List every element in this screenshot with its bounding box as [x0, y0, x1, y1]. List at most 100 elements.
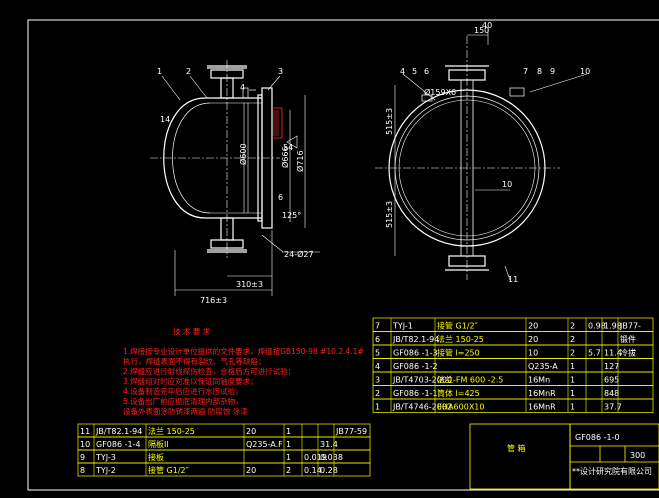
- bom-right-cell-no: 7: [375, 322, 380, 331]
- bom-left-cell-no: 10: [80, 440, 90, 449]
- balloon-10: 10: [580, 67, 590, 76]
- dim-overall-length: 716±3: [200, 296, 227, 305]
- bom-right-cell-no: 6: [375, 335, 380, 344]
- bom-right-cell-qty: 20: [528, 335, 538, 344]
- bom-right-cell-qty: 20: [528, 322, 538, 331]
- right-view: [375, 28, 588, 281]
- bom-right-cell-code: GF086 -1-2: [393, 362, 438, 371]
- bom-right-cell-name: 法兰-FM 600 -2.5: [437, 375, 503, 385]
- bom-right-cell-code: TYJ-1: [392, 322, 413, 331]
- bom-right-cell-qty: 16MnR: [528, 403, 556, 412]
- bom-left-cell-qty: Q235-A.F: [246, 440, 283, 449]
- balloon-3: 3: [278, 67, 283, 76]
- balloon-11: 11: [508, 275, 518, 284]
- bom-left-cell-code: TYJ-2: [95, 466, 116, 475]
- dim-offset: 310±3: [236, 280, 263, 289]
- bom-left-cell-n: 1: [286, 440, 291, 449]
- left-view-dims: Ø600 Ø716 Ø666 716±3 310±3 24-Ø27 6 125°…: [160, 83, 314, 305]
- technical-notes: 技 术 要 求 1.焊接按专业设计单位提供的文件要求，焊缝按GB150-98 #…: [123, 326, 364, 416]
- bom-table-right: 7 TYJ-1 接管 G1/2″ 20 2 0.981.98JB77-6 JB/T82.1-…: [372, 317, 654, 413]
- bom-right-cell-name: EHA600X10: [437, 403, 484, 412]
- drawing-border: [27, 19, 659, 491]
- title-drawing-no: GF086 -1-0: [575, 433, 620, 442]
- bom-right-cell-code: GF086 -1-3: [393, 349, 438, 358]
- dim-h-upper: 515±3: [385, 108, 394, 135]
- left-view: [150, 60, 320, 296]
- bom-right-cell-no: 5: [375, 349, 380, 358]
- bom-left-cell-code: GF086 -1-4: [96, 440, 141, 449]
- engineering-drawing: 1 2 3 Ø600 Ø716 Ø666 716±3 310±3 24-Ø27 …: [27, 19, 659, 491]
- bom-right-cell-name: 接管 l=250: [437, 348, 480, 358]
- bom-right-cell-w2: 37.7: [604, 403, 622, 412]
- bom-left-cell-n: 1: [286, 427, 291, 436]
- dim-pipe: 4: [240, 83, 245, 92]
- note-line-5: 4.设备制造完毕后应进行水压试验；: [123, 386, 243, 396]
- bom-right-cell-n: 2: [570, 335, 575, 344]
- bom-right-cell-no: 1: [375, 403, 380, 412]
- bom-right-cell-no: 3: [375, 376, 380, 385]
- balloon-8: 8: [537, 67, 542, 76]
- bom-left-cell-qty: 20: [246, 427, 256, 436]
- bom-right-cell-code: JB/T82.1-94: [392, 335, 439, 344]
- bom-right-cell-mat: JB77-: [619, 322, 641, 331]
- note-line-2: 执行，焊缝表面不得有裂纹、气孔等缺陷；: [123, 356, 266, 366]
- bom-left-cell-no: 9: [80, 453, 85, 462]
- title-scale: 300: [630, 451, 645, 460]
- bom-left-cell-n: 2: [286, 466, 291, 475]
- dim-side-thk: 14: [160, 115, 170, 124]
- dim-gap: 10: [502, 180, 512, 189]
- bom-right-cell-no: 4: [375, 362, 380, 371]
- dim-angle: 125°: [282, 211, 301, 220]
- right-view-dims: 150 40 Ø159X6 515±3 515±3 10: [385, 21, 512, 228]
- bom-left-cell-name: 隔板II: [148, 439, 169, 449]
- bom-left-cell-w2: 0.038: [320, 453, 343, 462]
- title-part-name: 管 箱: [507, 443, 526, 453]
- bom-left-cell-name: 接管 G1/2″: [148, 465, 189, 475]
- bom-left-cell-qty: 20: [246, 466, 256, 475]
- balloon-5: 5: [412, 67, 417, 76]
- bom-right-cell-n: 2: [570, 322, 575, 331]
- bom-left-cell-n: 1: [286, 453, 291, 462]
- balloon-2: 2: [186, 67, 191, 76]
- bom-right-cell-name: 法兰 150-25: [437, 334, 484, 344]
- bom-right-cell-name: 接管 G1/2″: [437, 321, 478, 331]
- bom-right-cell-mat: 冷拔: [620, 348, 636, 358]
- bom-left-cell-w2: 31.4: [320, 440, 338, 449]
- bom-table-left: 11 JB/T82.1-94 法兰 150-25 20 1 JB77-5910 GF086 …: [77, 423, 371, 477]
- bom-right-cell-name: 筒体 l=425: [437, 388, 480, 398]
- bom-right-cell-qty: 16MnR: [528, 389, 556, 398]
- bom-left-cell-no: 11: [80, 427, 90, 436]
- bom-left-cell-no: 8: [80, 466, 85, 475]
- dim-d-outer: Ø716: [295, 150, 305, 172]
- dim-d-inner: Ø600: [238, 143, 248, 165]
- dim-holes: 24-Ø27: [284, 249, 314, 259]
- bom-right-cell-code: GF086 -1-1: [393, 389, 438, 398]
- note-line-1: 1.焊接按专业设计单位提供的文件要求，焊缝按GB150-98 #10.2.4.1…: [123, 346, 364, 356]
- notes-title: 技 术 要 求: [173, 326, 211, 336]
- title-company: **设计研究院有限公司: [572, 466, 652, 476]
- balloon-9: 9: [550, 67, 555, 76]
- bom-right-cell-w2: 127: [604, 362, 619, 371]
- bom-right-cell-n: 1: [570, 403, 575, 412]
- bom-left-cell-name: 接板: [148, 452, 164, 462]
- bom-left-cell-w2: 0.28: [320, 466, 338, 475]
- bom-right-cell-qty: Q235-A: [528, 362, 558, 371]
- bom-left-cell-code: JB/T82.1-94: [95, 427, 142, 436]
- balloon-4: 4: [400, 67, 405, 76]
- balloon-7: 7: [523, 67, 528, 76]
- balloon-1: 1: [157, 67, 162, 76]
- bom-right-cell-mat: 锻件: [620, 334, 636, 344]
- balloon-6: 6: [424, 67, 429, 76]
- dim-thk: 6: [278, 193, 283, 202]
- bom-right-cell-n: 2: [570, 349, 575, 358]
- dim-flange-thk: 54: [283, 143, 293, 152]
- dim-ring: Ø159X6: [424, 87, 456, 97]
- bom-left-cell-mat: JB77-59: [335, 427, 367, 436]
- note-line-6: 5.设备出厂前应彻底清理内部杂物，: [123, 396, 243, 406]
- bom-right-cell-qty: 16Mn: [528, 376, 550, 385]
- note-line-3: 2.焊缝应进行射线探伤检查，合格后方可进行试验；: [123, 366, 295, 376]
- note-line-7: 设备外表面涂防锈漆两遍 防腐蚀 涂漆: [123, 406, 248, 416]
- dim-top-small: 40: [482, 21, 492, 30]
- bom-right-cell-n: 1: [570, 389, 575, 398]
- bom-right-cell-w2: 695: [604, 376, 619, 385]
